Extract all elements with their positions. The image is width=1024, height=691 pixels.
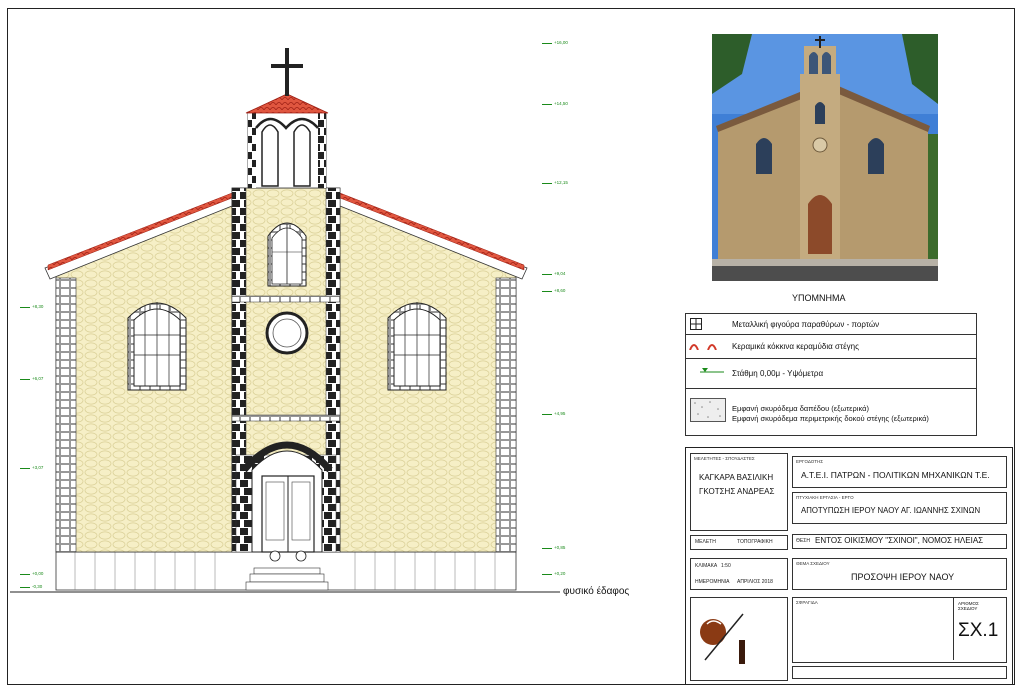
legend-item-label: Στάθμη 0,00μ - Υψόμετρα bbox=[732, 369, 824, 378]
level-marker: +8,30 bbox=[19, 304, 44, 309]
stamp-cell: ΣΦΡΑΓΙΔΑ ΑΡΙΘΜΟΣ ΣΧΕΔΙΟΥ ΣΧ.1 bbox=[792, 597, 1007, 663]
client-header: ΕΡΓΟΔΟΤΗΣ bbox=[796, 459, 824, 464]
logo-cell bbox=[690, 597, 788, 681]
study-value: ΤΟΠΟΓΡΑΦΙΚΗ bbox=[737, 539, 773, 545]
level-marker: +16,00 bbox=[542, 40, 568, 45]
legend-table: Μεταλλική φιγούρα παραθύρων - πορτών Κερ… bbox=[685, 313, 977, 436]
level-marker: +0,85 bbox=[541, 545, 566, 550]
legend-row: Στάθμη 0,00μ - Υψόμετρα bbox=[686, 358, 976, 389]
theme-header: ΘΕΜΑ ΣΧΕΔΙΟΥ bbox=[796, 561, 830, 566]
drawing-number-label: ΑΡΙΘΜΟΣ ΣΧΕΔΙΟΥ bbox=[958, 601, 979, 611]
legend-row: Κεραμικά κόκκινα κεραμύδια στέγης bbox=[686, 334, 976, 359]
drawing-sheet: +16,00 +14,50 +12,15 +9,04 +8,60 +8,30 +… bbox=[0, 0, 1024, 691]
project-cell: ΠΤΥΧΙΑΚΗ ΕΡΓΑΣΙΑ - ΕΡΓΟ ΑΠΟΤΥΠΩΣΗ ΙΕΡΟΥ … bbox=[792, 492, 1007, 524]
scale-label: ΚΛΙΜΑΚΑ bbox=[695, 563, 718, 569]
project-header: ΠΤΥΧΙΑΚΗ ΕΡΓΑΣΙΑ - ΕΡΓΟ bbox=[796, 495, 854, 500]
legend-title: ΥΠΟΜΝΗΜΑ bbox=[792, 293, 846, 303]
scale-value: 1:50 bbox=[721, 563, 731, 569]
client-name: Α.Τ.Ε.Ι. ΠΑΤΡΩΝ - ΠΟΛΙΤΙΚΩΝ ΜΗΧΑΝΙΚΩΝ Τ.… bbox=[801, 470, 990, 480]
designers-cell: ΜΕΛΕΤΗΤΕΣ - ΣΠΟΥΔΑΣΤΕΣ ΚΑΓΚΑΡΑ ΒΑΣΙΛΙΚΗ … bbox=[690, 453, 788, 531]
level-marker: +0,00 bbox=[19, 571, 44, 576]
legend-row: Μεταλλική φιγούρα παραθύρων - πορτών bbox=[686, 314, 976, 335]
location-cell: ΘΕΣΗ ΕΝΤΟΣ ΟΙΚΙΣΜΟΥ "ΣΧΙΝΟΙ", ΝΟΜΟΣ ΗΛΕΙ… bbox=[792, 534, 1007, 549]
study-label: ΜΕΛΕΤΗ bbox=[695, 539, 716, 545]
client-cell: ΕΡΓΟΔΟΤΗΣ Α.Τ.Ε.Ι. ΠΑΤΡΩΝ - ΠΟΛΙΤΙΚΩΝ ΜΗ… bbox=[792, 456, 1007, 488]
level-marker: +4,95 bbox=[541, 411, 566, 416]
drawing-number-cell: ΑΡΙΘΜΟΣ ΣΧΕΔΙΟΥ ΣΧ.1 bbox=[953, 598, 1006, 660]
level-marker: +9,04 bbox=[541, 271, 566, 276]
ground-label: φυσικό έδαφος bbox=[563, 586, 630, 597]
legend-item-label: Κεραμικά κόκκινα κεραμύδια στέγης bbox=[732, 342, 859, 351]
level-marker: +6,07 bbox=[19, 376, 44, 381]
concrete-hatch-icon bbox=[690, 398, 726, 422]
window-grille-icon bbox=[690, 318, 702, 330]
designer-name: ΚΑΓΚΑΡΑ ΒΑΣΙΛΙΚΗ bbox=[699, 473, 774, 482]
designers-header: ΜΕΛΕΤΗΤΕΣ - ΣΠΟΥΔΑΣΤΕΣ bbox=[694, 456, 755, 461]
level-marker-icon bbox=[700, 368, 724, 373]
theme-cell: ΘΕΜΑ ΣΧΕΔΙΟΥ ΠΡΟΣΟΨΗ ΙΕΡΟΥ ΝΑΟΥ bbox=[792, 558, 1007, 590]
church-photo bbox=[712, 34, 938, 281]
stamp-label: ΣΦΡΑΓΙΔΑ bbox=[796, 600, 818, 605]
legend-item-label: Εμφανή σκυρόδεμα δαπέδου (εξωτερικά) bbox=[732, 404, 869, 413]
drawing-number: ΣΧ.1 bbox=[958, 620, 999, 641]
level-marker: +3,07 bbox=[19, 465, 44, 470]
location-value: ΕΝΤΟΣ ΟΙΚΙΣΜΟΥ "ΣΧΙΝΟΙ", ΝΟΜΟΣ ΗΛΕΙΑΣ bbox=[815, 536, 984, 545]
roof-tile-icon bbox=[689, 344, 717, 350]
level-marker: +14,50 bbox=[542, 101, 568, 106]
project-name: ΑΠΟΤΥΠΩΣΗ ΙΕΡΟΥ ΝΑΟΥ ΑΓ. ΙΩΑΝΝΗΣ ΣΧΙΝΩΝ bbox=[801, 506, 981, 515]
legend-item-label-2: Εμφανή σκυρόδεμα περιμετρικής δοκού στέγ… bbox=[732, 414, 929, 423]
date-label: ΗΜΕΡΟΜΗΝΙΑ bbox=[695, 579, 730, 585]
legend-item-label: Μεταλλική φιγούρα παραθύρων - πορτών bbox=[732, 320, 880, 329]
empty-row bbox=[792, 666, 1007, 679]
level-marker: -0,30 bbox=[19, 584, 43, 589]
level-marker: +0,20 bbox=[541, 571, 566, 576]
study-cell: ΜΕΛΕΤΗ ΤΟΠΟΓΡΑΦΙΚΗ bbox=[690, 535, 788, 550]
scale-date-cell: ΚΛΙΜΑΚΑ 1:50 ΗΜΕΡΟΜΗΝΙΑ ΑΠΡΙΛΙΟΣ 2018 bbox=[690, 558, 788, 590]
drawing-theme: ΠΡΟΣΟΨΗ ΙΕΡΟΥ ΝΑΟΥ bbox=[851, 572, 955, 582]
designer-name: ΓΚΟΤΣΗΣ ΑΝΔΡΕΑΣ bbox=[699, 487, 775, 496]
school-logo-icon bbox=[700, 613, 745, 664]
level-marker: +12,15 bbox=[542, 180, 568, 185]
level-marker: +8,60 bbox=[541, 288, 566, 293]
location-label: ΘΕΣΗ bbox=[796, 538, 810, 544]
legend-row: Εμφανή σκυρόδεμα δαπέδου (εξωτερικά) Εμφ… bbox=[686, 388, 976, 434]
date-value: ΑΠΡΙΛΙΟΣ 2018 bbox=[737, 579, 773, 585]
